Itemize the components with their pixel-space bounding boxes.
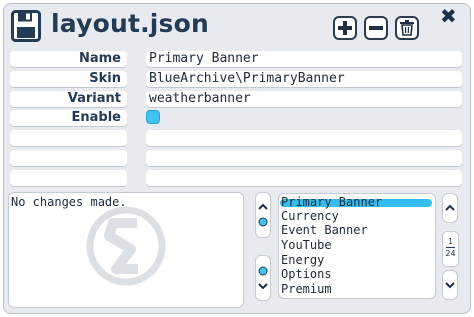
variant-field[interactable]: weatherbanner <box>146 91 462 107</box>
list-item[interactable]: Premium <box>281 282 332 296</box>
trash-icon <box>400 20 414 36</box>
chevron-down-icon <box>445 282 455 289</box>
page-indicator: 1 24 <box>442 231 459 267</box>
empty-field[interactable] <box>146 150 462 166</box>
list-item[interactable]: Options <box>281 267 332 281</box>
list-items: Primary Banner Currency Event Banner You… <box>278 194 436 298</box>
plus-icon <box>338 21 352 35</box>
list-scroll-down-button[interactable] <box>442 270 458 300</box>
minus-icon <box>369 26 383 30</box>
list-item[interactable]: Event Banner <box>281 223 368 237</box>
list-item[interactable]: Currency <box>281 209 339 223</box>
page-total: 24 <box>445 249 456 258</box>
logo-watermark-icon <box>86 206 166 286</box>
chevron-up-icon <box>445 204 455 211</box>
list-item[interactable]: Primary Banner <box>281 195 382 209</box>
name-field[interactable]: Primary Banner <box>146 51 462 67</box>
empty-field[interactable] <box>146 130 462 146</box>
dot-icon <box>258 217 268 227</box>
list-scroll-up-button[interactable] <box>442 193 458 223</box>
chevron-down-icon <box>258 283 268 290</box>
enable-toggle[interactable] <box>146 110 160 124</box>
dot-icon <box>258 266 268 276</box>
remove-button[interactable] <box>364 16 388 40</box>
empty-field[interactable] <box>146 170 462 186</box>
window-title: layout.json <box>51 9 210 38</box>
list-item[interactable]: Energy <box>281 253 324 267</box>
chevron-up-icon <box>258 203 268 210</box>
add-button[interactable] <box>333 16 357 40</box>
empty-label <box>10 170 127 186</box>
enable-label: Enable <box>10 110 127 126</box>
empty-label <box>10 130 127 146</box>
name-label: Name <box>10 51 127 67</box>
close-button[interactable]: ✖ <box>440 6 457 26</box>
list-item[interactable]: YouTube <box>281 238 332 252</box>
empty-label <box>10 150 127 166</box>
scroll-down-button[interactable] <box>255 255 271 301</box>
save-icon[interactable] <box>11 10 41 42</box>
delete-button[interactable] <box>395 16 419 40</box>
skin-label: Skin <box>10 71 127 87</box>
variant-label: Variant <box>10 91 127 107</box>
page-current: 1 <box>447 237 454 246</box>
scroll-up-button[interactable] <box>255 192 271 238</box>
skin-field[interactable]: BlueArchive\PrimaryBanner <box>146 71 462 87</box>
